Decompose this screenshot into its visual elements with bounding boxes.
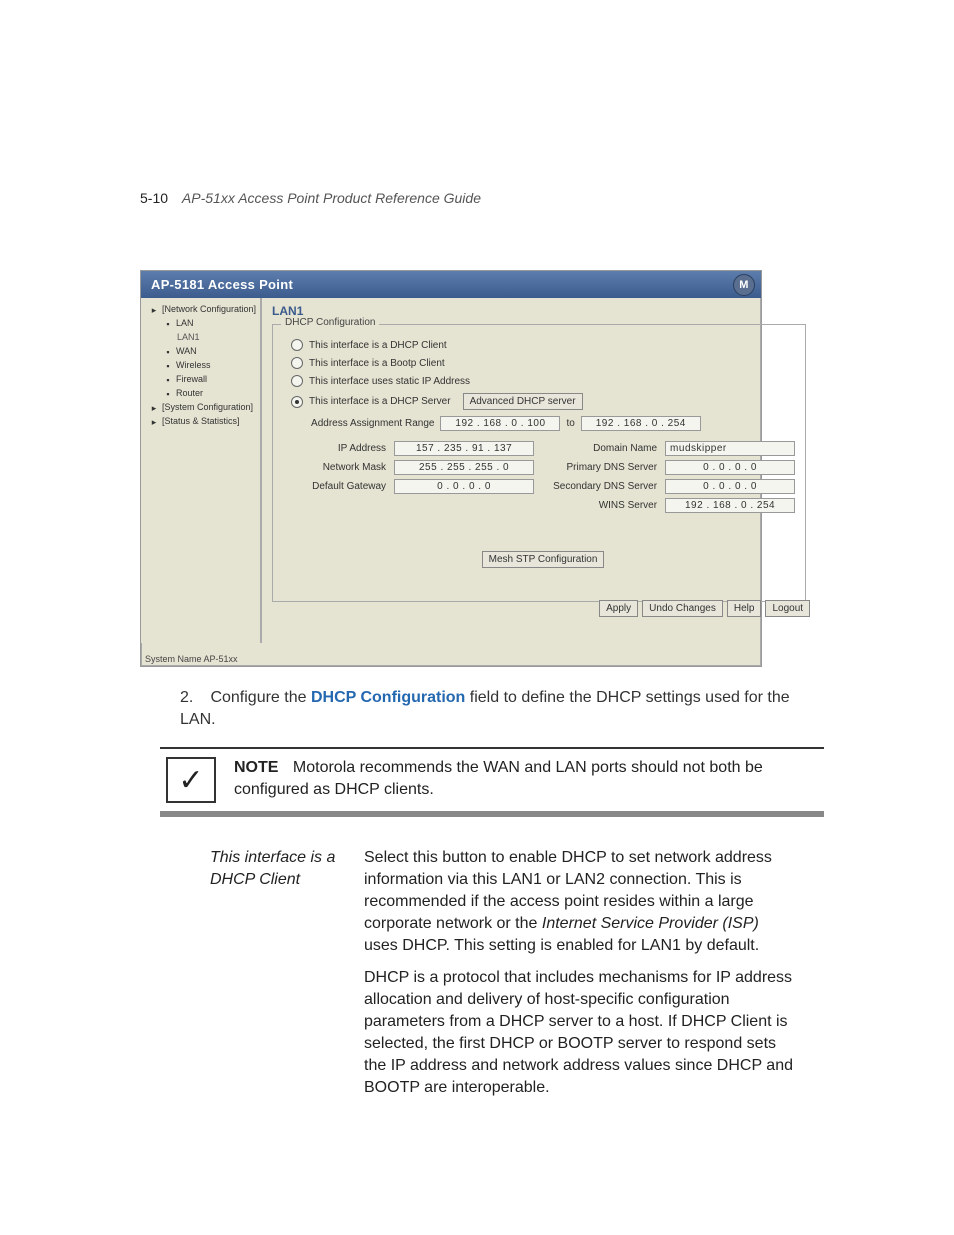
checkmark-icon: ✓ [166, 757, 216, 803]
primary-dns-label: Primary DNS Server [542, 462, 657, 473]
range-to-word: to [566, 418, 574, 429]
nav-wan[interactable]: ▪WAN [161, 344, 258, 358]
definition-term: This interface is a DHCP Client [210, 847, 340, 1109]
step-2: 2. Configure the DHCP Configuration fiel… [180, 687, 824, 731]
advanced-dhcp-button[interactable]: Advanced DHCP server [463, 393, 583, 410]
nav-status-stats[interactable]: ▸[Status & Statistics] [147, 414, 258, 428]
note-block: ✓ NOTE Motorola recommends the WAN and L… [160, 747, 824, 817]
domain-name-input[interactable]: mudskipper [665, 441, 795, 456]
window-titlebar: AP-5181 Access Point M [141, 271, 761, 298]
secondary-dns-label: Secondary DNS Server [542, 481, 657, 492]
apply-button[interactable]: Apply [599, 600, 638, 617]
radio-dhcp-client[interactable] [291, 339, 303, 351]
note-text: Motorola recommends the WAN and LAN port… [234, 759, 763, 798]
nav-firewall[interactable]: ▪Firewall [161, 372, 258, 386]
definition-row: This interface is a DHCP Client Select t… [210, 847, 824, 1109]
footer-buttons: Apply Undo Changes Help Logout [599, 600, 810, 617]
domain-name-label: Domain Name [542, 443, 657, 454]
nav-router[interactable]: ▪Router [161, 386, 258, 400]
wins-server-input[interactable]: 192 . 168 . 0 . 254 [665, 498, 795, 513]
page-number: 5-10 [140, 190, 168, 206]
network-mask-label: Network Mask [291, 462, 386, 473]
step-keyword: DHCP Configuration [311, 689, 465, 706]
nav-tree: ▸[Network Configuration] ▪LAN LAN1 ▪WAN … [141, 298, 262, 643]
network-mask-input[interactable]: 255 . 255 . 255 . 0 [394, 460, 534, 475]
dhcp-configuration-fieldset: DHCP Configuration This interface is a D… [272, 324, 806, 602]
radio-static-ip-label: This interface uses static IP Address [309, 376, 470, 387]
range-to-input[interactable]: 192 . 168 . 0 . 254 [581, 416, 701, 431]
note-label: NOTE [234, 759, 278, 776]
nav-lan[interactable]: ▪LAN [161, 316, 258, 330]
default-gateway-label: Default Gateway [291, 481, 386, 492]
step-text-before: Configure the [210, 689, 311, 706]
step-number: 2. [180, 687, 206, 709]
primary-dns-input[interactable]: 0 . 0 . 0 . 0 [665, 460, 795, 475]
guide-title: AP-51xx Access Point Product Reference G… [182, 190, 481, 206]
radio-dhcp-server-label: This interface is a DHCP Server [309, 396, 451, 407]
fieldset-legend: DHCP Configuration [281, 317, 379, 328]
range-from-input[interactable]: 192 . 168 . 0 . 100 [440, 416, 560, 431]
radio-bootp-client-label: This interface is a Bootp Client [309, 358, 445, 369]
nav-network-config[interactable]: ▸[Network Configuration] [147, 302, 258, 316]
mesh-stp-button[interactable]: Mesh STP Configuration [482, 551, 605, 568]
help-button[interactable]: Help [727, 600, 762, 617]
embedded-ui-screenshot: AP-5181 Access Point M ▸[Network Configu… [140, 270, 762, 667]
wins-server-label: WINS Server [542, 500, 657, 511]
window-title: AP-5181 Access Point [151, 277, 293, 292]
undo-changes-button[interactable]: Undo Changes [642, 600, 723, 617]
ip-address-input[interactable]: 157 . 235 . 91 . 137 [394, 441, 534, 456]
secondary-dns-input[interactable]: 0 . 0 . 0 . 0 [665, 479, 795, 494]
definition-description: Select this button to enable DHCP to set… [364, 847, 794, 1109]
system-name-label: System Name AP-51xx [145, 654, 238, 664]
nav-system-config[interactable]: ▸[System Configuration] [147, 400, 258, 414]
nav-wireless[interactable]: ▪Wireless [161, 358, 258, 372]
panel-heading: LAN1 [272, 304, 806, 318]
ip-address-label: IP Address [291, 443, 386, 454]
radio-static-ip[interactable] [291, 375, 303, 387]
default-gateway-input[interactable]: 0 . 0 . 0 . 0 [394, 479, 534, 494]
radio-bootp-client[interactable] [291, 357, 303, 369]
logout-button[interactable]: Logout [765, 600, 810, 617]
page-header: 5-10 AP-51xx Access Point Product Refere… [140, 190, 481, 206]
main-panel: LAN1 DHCP Configuration This interface i… [262, 298, 816, 643]
nav-lan1[interactable]: LAN1 [175, 330, 258, 344]
range-label: Address Assignment Range [311, 418, 434, 429]
radio-dhcp-server[interactable] [291, 396, 303, 408]
radio-dhcp-client-label: This interface is a DHCP Client [309, 340, 447, 351]
motorola-logo-icon: M [733, 274, 755, 296]
